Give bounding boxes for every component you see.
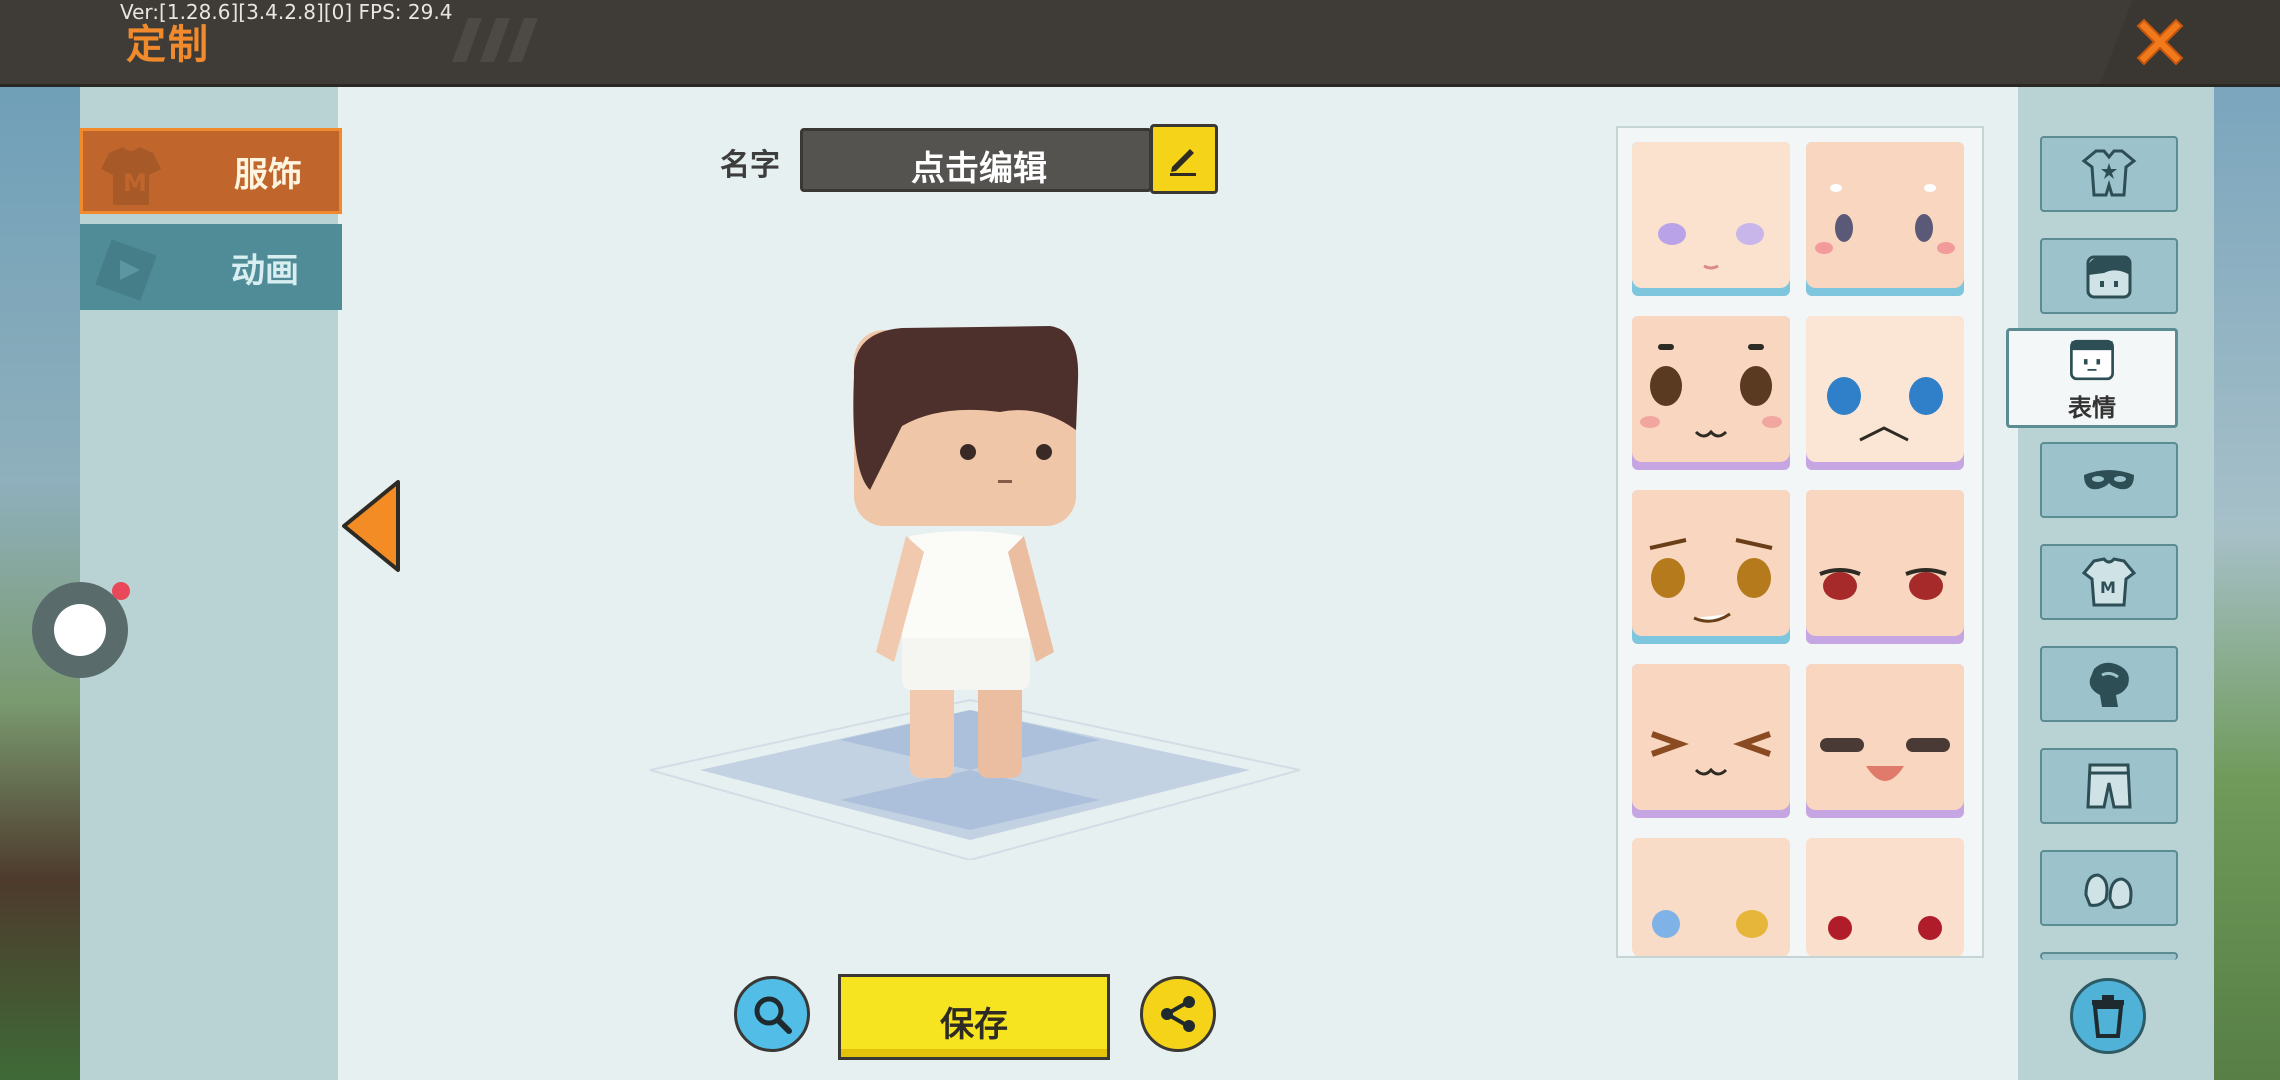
name-field[interactable]: 点击编辑 bbox=[800, 128, 1152, 192]
face-squint-happy[interactable] bbox=[1632, 664, 1790, 818]
face-art bbox=[1649, 538, 1773, 623]
tab-animation[interactable]: 动画 bbox=[80, 224, 342, 310]
name-value: 点击编辑 bbox=[911, 149, 1047, 189]
save-label: 保存 bbox=[940, 1005, 1008, 1045]
name-label: 名字 bbox=[720, 148, 780, 183]
shirt-icon: M bbox=[101, 147, 161, 205]
face-art bbox=[1652, 910, 1768, 938]
top-bar: 定制 Ver:[1.28.6][3.4.2.8][0] FPS: 29.4 bbox=[0, 0, 2280, 84]
category-glove[interactable] bbox=[2040, 646, 2178, 722]
tab-costume-label: 服饰 bbox=[234, 154, 302, 195]
zoom-icon bbox=[754, 996, 792, 1034]
face-sparkle-grin[interactable] bbox=[1806, 664, 1964, 818]
face-art bbox=[1828, 916, 1942, 940]
play-icon bbox=[95, 239, 157, 301]
previous-arrow-icon[interactable] bbox=[340, 478, 402, 574]
pants-icon bbox=[2086, 763, 2132, 809]
share-button[interactable] bbox=[1140, 976, 1216, 1052]
background-left-scenery bbox=[0, 84, 80, 1080]
onesie-icon bbox=[2081, 149, 2137, 197]
shoes-icon bbox=[2084, 873, 2133, 909]
category-expression-label: 表情 bbox=[2068, 393, 2116, 422]
background-right-scenery bbox=[2214, 84, 2280, 1080]
category-mask[interactable] bbox=[2040, 442, 2178, 518]
pencil-icon bbox=[1170, 149, 1196, 176]
joystick-knob[interactable] bbox=[54, 604, 106, 656]
face-purple-eyes[interactable] bbox=[1632, 142, 1790, 296]
face-art bbox=[1819, 568, 1947, 600]
glove-icon bbox=[2089, 662, 2129, 707]
face-art bbox=[1820, 738, 1950, 781]
face-heterochromia[interactable] bbox=[1632, 838, 1790, 956]
tshirt-icon: M bbox=[2081, 557, 2137, 607]
delete-button[interactable] bbox=[2070, 978, 2146, 1054]
close-icon[interactable] bbox=[2128, 10, 2192, 74]
joystick[interactable] bbox=[32, 582, 130, 678]
face-red-sleepy-eyes[interactable] bbox=[1806, 490, 1964, 644]
svg-text:M: M bbox=[123, 169, 147, 197]
face-brown-eyes[interactable] bbox=[1632, 316, 1790, 470]
zoom-button[interactable] bbox=[734, 976, 810, 1052]
character-preview[interactable] bbox=[640, 300, 1310, 860]
face-art bbox=[1827, 377, 1943, 442]
expression-grid bbox=[1616, 126, 1984, 958]
category-hair[interactable] bbox=[2040, 238, 2178, 314]
save-button[interactable]: 保存 bbox=[838, 974, 1110, 1060]
face-art bbox=[1658, 223, 1764, 270]
edit-name-button[interactable] bbox=[1150, 124, 1218, 194]
debug-info: Ver:[1.28.6][3.4.2.8][0] FPS: 29.4 bbox=[120, 0, 453, 24]
hair-icon bbox=[2086, 255, 2132, 299]
category-pants[interactable] bbox=[2040, 748, 2178, 824]
tab-animation-label: 动画 bbox=[231, 250, 299, 291]
mask-icon bbox=[2084, 470, 2134, 490]
category-more[interactable] bbox=[2040, 952, 2178, 960]
notification-dot bbox=[112, 582, 130, 600]
category-shoes[interactable] bbox=[2040, 850, 2178, 926]
category-onesie[interactable] bbox=[2040, 136, 2178, 212]
expression-icon bbox=[2070, 339, 2114, 380]
face-art bbox=[1650, 731, 1772, 776]
face-art bbox=[1815, 184, 1955, 254]
tab-costume[interactable]: M 服饰 bbox=[80, 128, 342, 214]
share-icon bbox=[1161, 996, 1195, 1032]
svg-text:M: M bbox=[2100, 578, 2116, 597]
face-dot-eyes[interactable] bbox=[1806, 142, 1964, 296]
category-tshirt[interactable]: M bbox=[2040, 544, 2178, 620]
face-amber-eyes[interactable] bbox=[1632, 490, 1790, 644]
face-red-eyes[interactable] bbox=[1806, 838, 1964, 956]
face-blue-crying-eyes[interactable] bbox=[1806, 316, 1964, 470]
face-art bbox=[1640, 344, 1782, 438]
category-expression[interactable]: 表情 bbox=[2006, 328, 2178, 428]
trash-icon bbox=[2092, 995, 2124, 1038]
top-bar-decoration bbox=[451, 18, 539, 62]
